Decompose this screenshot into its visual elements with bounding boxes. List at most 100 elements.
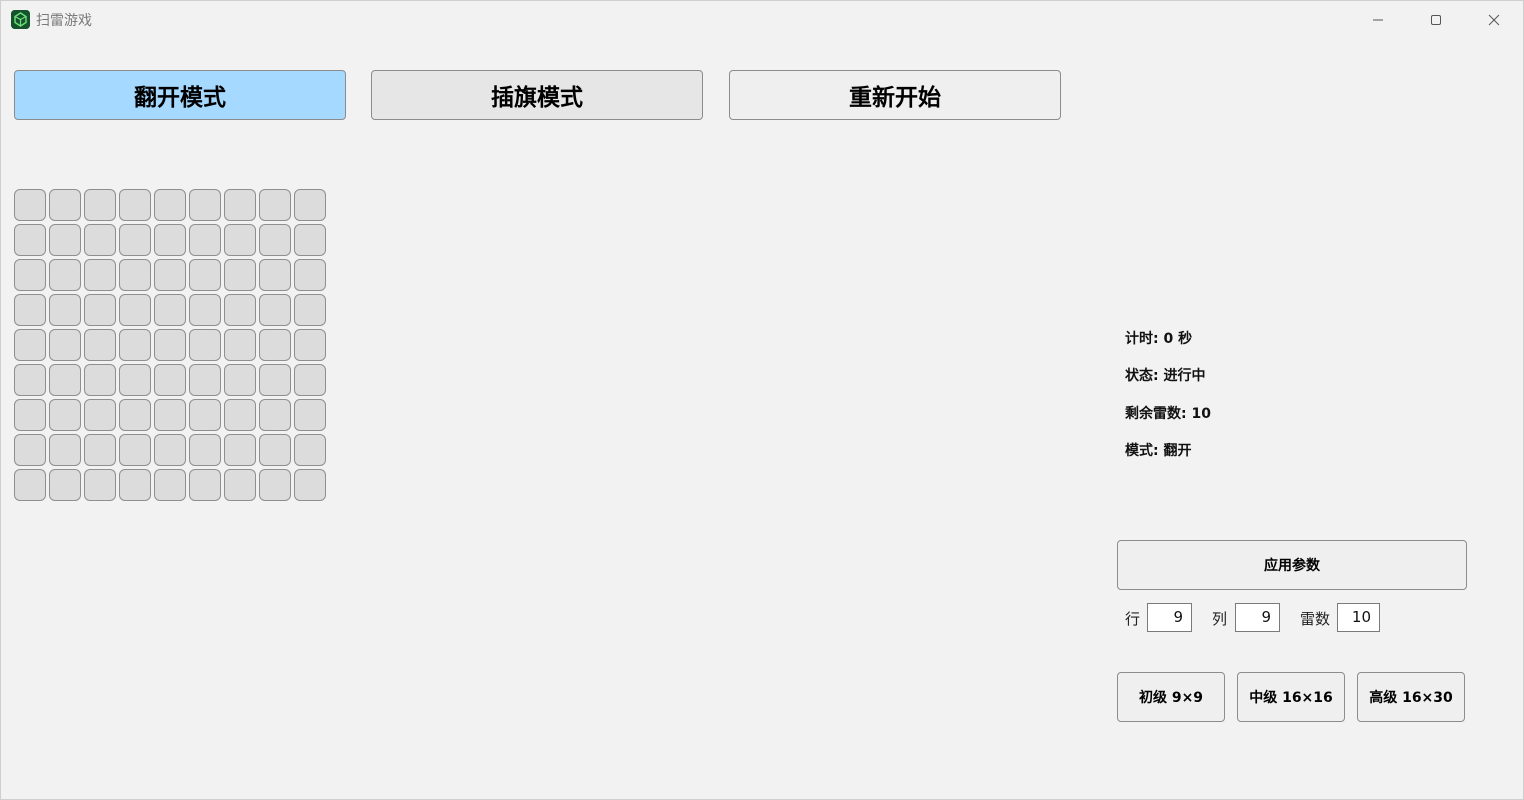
- board-cell[interactable]: [189, 329, 221, 361]
- board-cell[interactable]: [49, 329, 81, 361]
- restart-button[interactable]: 重新开始: [729, 70, 1061, 120]
- cols-input[interactable]: 9: [1235, 603, 1280, 632]
- board-cell[interactable]: [259, 329, 291, 361]
- board-cell[interactable]: [14, 399, 46, 431]
- board-cell[interactable]: [84, 469, 116, 501]
- board-cell[interactable]: [224, 294, 256, 326]
- close-icon: [1488, 14, 1500, 26]
- board-cell[interactable]: [259, 434, 291, 466]
- board-cell[interactable]: [224, 259, 256, 291]
- board-cell[interactable]: [259, 189, 291, 221]
- board-cell[interactable]: [224, 434, 256, 466]
- board-cell[interactable]: [189, 224, 221, 256]
- board-cell[interactable]: [84, 189, 116, 221]
- board-cell[interactable]: [294, 434, 326, 466]
- board-cell[interactable]: [224, 364, 256, 396]
- board-cell[interactable]: [259, 224, 291, 256]
- board-cell[interactable]: [259, 294, 291, 326]
- board-cell[interactable]: [119, 259, 151, 291]
- board-cell[interactable]: [189, 189, 221, 221]
- board-cell[interactable]: [154, 399, 186, 431]
- board-cell[interactable]: [49, 469, 81, 501]
- board-cell[interactable]: [189, 469, 221, 501]
- board-cell[interactable]: [294, 189, 326, 221]
- board-cell[interactable]: [49, 259, 81, 291]
- board-cell[interactable]: [49, 224, 81, 256]
- board-cell[interactable]: [49, 294, 81, 326]
- board-cell[interactable]: [14, 294, 46, 326]
- board-cell[interactable]: [294, 469, 326, 501]
- title-bar: 扫雷游戏: [1, 1, 1524, 39]
- board-cell[interactable]: [14, 259, 46, 291]
- close-button[interactable]: [1471, 6, 1517, 34]
- board-cell[interactable]: [154, 364, 186, 396]
- board-cell[interactable]: [119, 434, 151, 466]
- board-cell[interactable]: [49, 364, 81, 396]
- board-cell[interactable]: [189, 434, 221, 466]
- board-cell[interactable]: [84, 399, 116, 431]
- board-cell[interactable]: [294, 294, 326, 326]
- board-cell[interactable]: [259, 399, 291, 431]
- board-cell[interactable]: [119, 329, 151, 361]
- cols-label: 列: [1212, 610, 1228, 628]
- board-cell[interactable]: [49, 399, 81, 431]
- board-cell[interactable]: [154, 189, 186, 221]
- board-cell[interactable]: [189, 364, 221, 396]
- board-cell[interactable]: [224, 469, 256, 501]
- board-cell[interactable]: [84, 329, 116, 361]
- mines-input[interactable]: 10: [1337, 603, 1380, 632]
- timer-label: 计时: 0 秒: [1125, 331, 1193, 347]
- board-cell[interactable]: [224, 189, 256, 221]
- board-cell[interactable]: [84, 364, 116, 396]
- rows-input[interactable]: 9: [1147, 603, 1192, 632]
- flag-mode-button[interactable]: 插旗模式: [371, 70, 703, 120]
- board-cell[interactable]: [154, 294, 186, 326]
- board-cell[interactable]: [14, 329, 46, 361]
- app-window: 扫雷游戏 翻开模式 插旗模式 重新开始 计时: 0 秒 状态: 进行中 剩余雷数…: [0, 0, 1524, 800]
- board-cell[interactable]: [49, 434, 81, 466]
- board-cell[interactable]: [224, 399, 256, 431]
- board-cell[interactable]: [14, 469, 46, 501]
- minimize-button[interactable]: [1355, 6, 1401, 34]
- board-cell[interactable]: [259, 259, 291, 291]
- preset-intermediate-button[interactable]: 中级 16×16: [1237, 672, 1345, 722]
- board-cell[interactable]: [14, 224, 46, 256]
- preset-expert-button[interactable]: 高级 16×30: [1357, 672, 1465, 722]
- board-cell[interactable]: [14, 364, 46, 396]
- board-cell[interactable]: [189, 259, 221, 291]
- board-cell[interactable]: [294, 259, 326, 291]
- board-cell[interactable]: [294, 224, 326, 256]
- board-cell[interactable]: [14, 189, 46, 221]
- board-cell[interactable]: [84, 294, 116, 326]
- apply-params-button[interactable]: 应用参数: [1117, 540, 1467, 590]
- board-cell[interactable]: [224, 329, 256, 361]
- board-cell[interactable]: [119, 364, 151, 396]
- board-cell[interactable]: [189, 399, 221, 431]
- board-cell[interactable]: [154, 434, 186, 466]
- board-cell[interactable]: [84, 434, 116, 466]
- board-cell[interactable]: [119, 469, 151, 501]
- game-state-label: 状态: 进行中: [1125, 368, 1206, 384]
- board-cell[interactable]: [49, 189, 81, 221]
- board-cell[interactable]: [119, 189, 151, 221]
- board-cell[interactable]: [189, 294, 221, 326]
- board-cell[interactable]: [294, 399, 326, 431]
- board-cell[interactable]: [119, 294, 151, 326]
- maximize-button[interactable]: [1413, 6, 1459, 34]
- board-cell[interactable]: [294, 364, 326, 396]
- board-cell[interactable]: [84, 259, 116, 291]
- reveal-mode-button[interactable]: 翻开模式: [14, 70, 346, 120]
- board-cell[interactable]: [119, 399, 151, 431]
- board-cell[interactable]: [154, 469, 186, 501]
- board-cell[interactable]: [294, 329, 326, 361]
- preset-beginner-button[interactable]: 初级 9×9: [1117, 672, 1225, 722]
- board-cell[interactable]: [224, 224, 256, 256]
- board-cell[interactable]: [119, 224, 151, 256]
- board-cell[interactable]: [84, 224, 116, 256]
- board-cell[interactable]: [259, 364, 291, 396]
- board-cell[interactable]: [14, 434, 46, 466]
- board-cell[interactable]: [154, 329, 186, 361]
- board-cell[interactable]: [154, 224, 186, 256]
- board-cell[interactable]: [154, 259, 186, 291]
- board-cell[interactable]: [259, 469, 291, 501]
